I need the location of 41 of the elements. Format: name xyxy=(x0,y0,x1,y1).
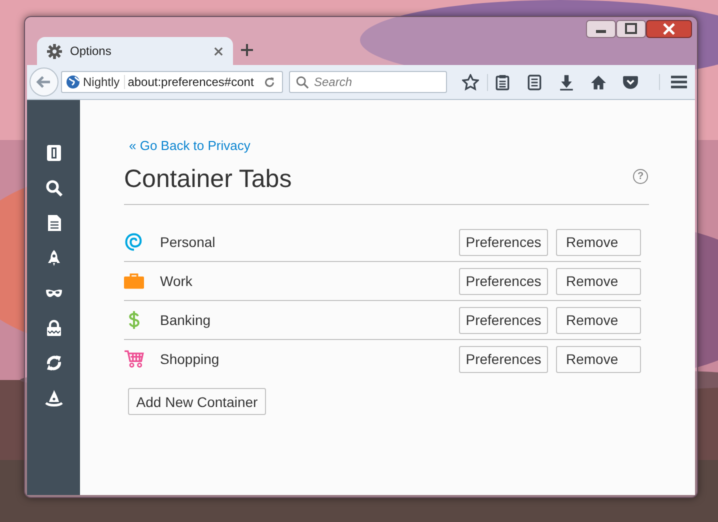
plus-icon[interactable] xyxy=(241,44,253,56)
preferences-button[interactable]: Preferences xyxy=(459,306,548,334)
remove-button[interactable]: Remove xyxy=(556,268,641,294)
url-text: about:preferences#cont xyxy=(128,75,254,89)
remove-button[interactable]: Remove xyxy=(556,346,641,372)
globe-icon xyxy=(66,75,80,89)
back-icon[interactable] xyxy=(29,67,59,97)
lock-icon[interactable] xyxy=(44,319,62,337)
page-title: Container Tabs xyxy=(124,165,292,194)
menu-icon[interactable] xyxy=(659,74,688,90)
preferences-button[interactable]: Preferences xyxy=(459,228,548,256)
pocket-icon[interactable] xyxy=(622,74,639,90)
close-icon[interactable] xyxy=(214,46,223,56)
address-bar[interactable]: Nightly about:preferences#cont xyxy=(61,71,283,93)
remove-button[interactable]: Remove xyxy=(556,306,641,334)
home-icon[interactable] xyxy=(590,74,607,90)
search-icon[interactable] xyxy=(44,179,62,197)
container-name: Shopping xyxy=(160,351,220,367)
maximize-icon[interactable] xyxy=(616,20,646,38)
minimize-icon[interactable] xyxy=(586,20,616,38)
identity-label: Nightly xyxy=(83,75,125,89)
reload-icon[interactable] xyxy=(263,76,276,88)
tab[interactable]: Options xyxy=(37,37,233,65)
hat-icon[interactable] xyxy=(44,389,62,407)
download-icon[interactable] xyxy=(558,74,575,90)
close-icon[interactable] xyxy=(646,20,692,38)
reader-icon[interactable] xyxy=(526,74,543,90)
gear-icon xyxy=(47,44,62,58)
phone-icon[interactable] xyxy=(44,144,62,162)
star-icon[interactable] xyxy=(462,74,479,90)
sync-icon[interactable] xyxy=(44,354,62,372)
search-field[interactable]: Search xyxy=(289,71,447,93)
add-container-button[interactable]: Add New Container xyxy=(128,388,266,415)
preferences-button[interactable]: Preferences xyxy=(459,346,548,372)
container-name: Work xyxy=(160,273,194,289)
remove-button[interactable]: Remove xyxy=(556,228,641,256)
clipboard-icon[interactable] xyxy=(487,74,511,90)
container-name: Banking xyxy=(160,312,212,328)
back-link[interactable]: « Go Back to Privacy xyxy=(129,138,250,153)
preferences-button[interactable]: Preferences xyxy=(459,268,548,294)
container-name: Personal xyxy=(160,234,216,250)
